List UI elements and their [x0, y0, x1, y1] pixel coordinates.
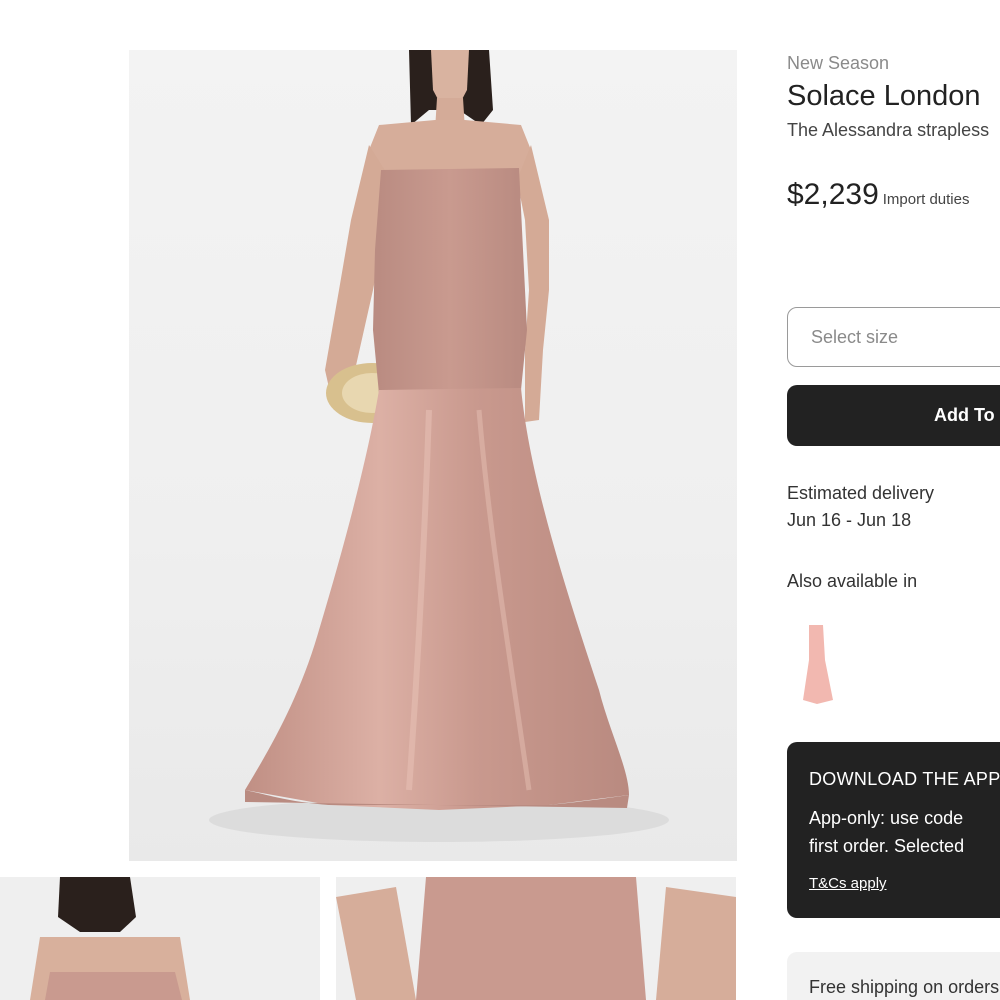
price: $2,239	[787, 178, 879, 211]
thumbnail-detail-view[interactable]	[336, 877, 736, 1000]
promo-title: DOWNLOAD THE APP	[809, 769, 1000, 789]
product-description: The Alessandra strapless	[787, 120, 990, 140]
back-view-photo	[0, 877, 320, 1000]
size-select-placeholder: Select size	[811, 327, 899, 347]
shipping-text: Free shipping on orders	[809, 977, 1000, 997]
delivery-dates: Jun 16 - Jun 18	[787, 510, 912, 530]
color-variant-thumbnail[interactable]	[797, 620, 837, 705]
app-promo-banner: DOWNLOAD THE APP App-only: use code firs…	[787, 742, 1000, 918]
import-duties-note: Import duties	[882, 191, 970, 208]
thumbnail-back-view[interactable]	[0, 877, 320, 1000]
main-product-image[interactable]	[129, 50, 737, 861]
detail-view-photo	[336, 877, 736, 1000]
add-to-bag-label: Add To	[934, 405, 995, 425]
season-label: New Season	[787, 53, 890, 73]
promo-text-line-2: first order. Selected	[809, 836, 965, 856]
add-to-bag-button[interactable]: Add To	[787, 385, 1000, 446]
pink-dress-variant-photo	[803, 625, 833, 704]
product-info-panel: New Season Solace London The Alessandra …	[787, 0, 1000, 1000]
size-select[interactable]: Select size	[787, 307, 1000, 367]
delivery-label: Estimated delivery	[787, 483, 935, 503]
terms-link[interactable]: T&Cs apply	[809, 875, 887, 892]
promo-text-line-1: App-only: use code	[809, 808, 964, 828]
price-row: $2,239 Import duties	[787, 178, 969, 212]
dress-photo	[209, 50, 669, 842]
shipping-banner: Free shipping on orders	[787, 952, 1000, 1000]
also-available-label: Also available in	[787, 571, 918, 591]
brand-name[interactable]: Solace London	[787, 80, 981, 113]
